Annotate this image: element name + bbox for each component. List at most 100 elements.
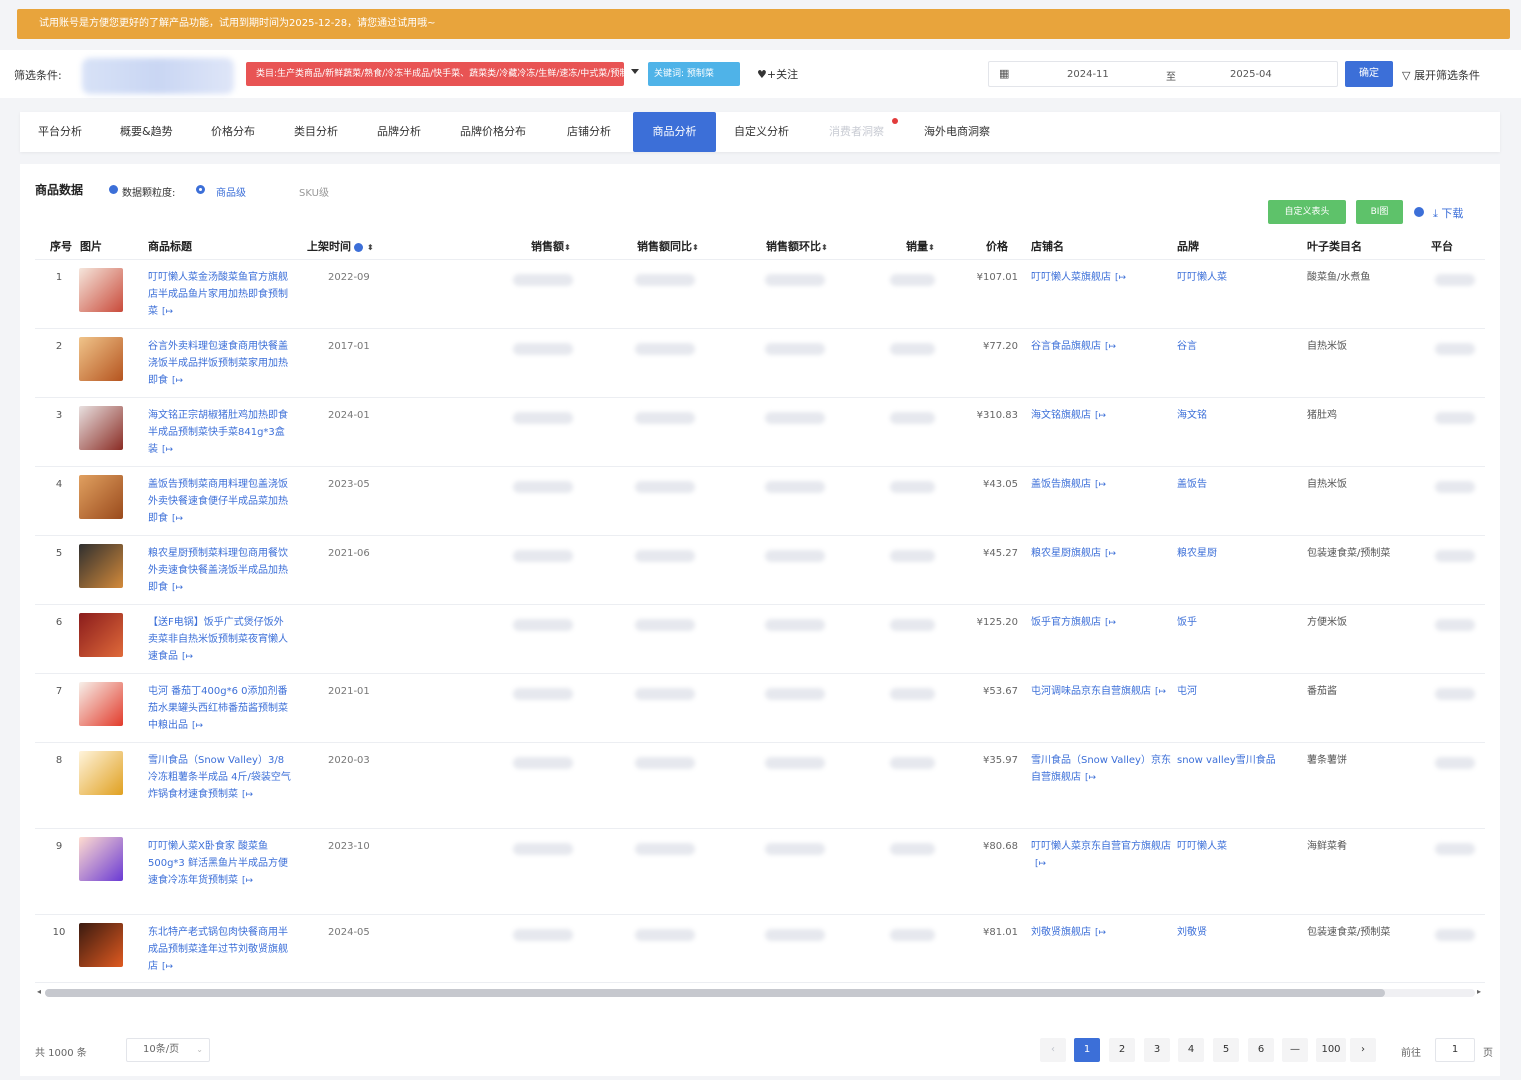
tab-brand-price[interactable]: 品牌价格分布 [460, 112, 526, 152]
product-title-link[interactable]: 叮叮懒人菜金汤酸菜鱼官方旗舰店半成品鱼片家用加热即食预制菜 [↦ [148, 269, 293, 321]
external-link-icon[interactable]: [↦ [1105, 549, 1116, 559]
custom-header-button[interactable]: 自定义表头 [1268, 200, 1346, 224]
download-button[interactable]: ⤓ 下载 [1433, 205, 1463, 221]
brand-link[interactable]: 粮农星厨 [1177, 545, 1297, 562]
page-button[interactable]: 6 [1248, 1038, 1274, 1062]
external-link-icon[interactable]: [↦ [1105, 618, 1116, 628]
sort-icon[interactable]: ⬍ [928, 243, 935, 252]
tab-consumer[interactable]: 消费者洞察 [829, 112, 884, 152]
shop-link[interactable]: 粮农星厨旗舰店 [↦ [1031, 545, 1171, 563]
shop-link[interactable]: 叮叮懒人菜京东自营官方旗舰店 [↦ [1031, 838, 1171, 873]
more-pages-button[interactable]: — [1282, 1038, 1308, 1062]
external-link-icon[interactable]: [↦ [1095, 928, 1106, 938]
shop-link[interactable]: 叮叮懒人菜旗舰店 [↦ [1031, 269, 1171, 287]
tab-shop[interactable]: 店铺分析 [567, 112, 611, 152]
col-listing-date[interactable]: 上架时间 ⬍ [307, 238, 374, 254]
confirm-button[interactable]: 确定 [1345, 61, 1393, 87]
expand-filters-button[interactable]: ▽ 展开筛选条件 [1402, 67, 1480, 83]
external-link-icon[interactable]: [↦ [162, 307, 173, 317]
follow-button[interactable]: ♥+关注 [757, 66, 798, 82]
shop-link[interactable]: 屯河调味品京东自营旗舰店 [↦ [1031, 683, 1171, 701]
external-link-icon[interactable]: [↦ [172, 583, 183, 593]
external-link-icon[interactable]: [↦ [1105, 342, 1116, 352]
chevron-down-icon[interactable] [631, 69, 639, 74]
tab-overview-trend[interactable]: 概要&趋势 [120, 112, 173, 152]
next-page-button[interactable]: › [1350, 1038, 1376, 1062]
external-link-icon[interactable]: [↦ [1095, 411, 1106, 421]
brand-link[interactable]: 刘敬贤 [1177, 924, 1297, 941]
date-end[interactable]: 2025-04 [1230, 69, 1272, 80]
shop-link[interactable]: 刘敬贤旗舰店 [↦ [1031, 924, 1171, 942]
shop-link[interactable]: 雪川食品（Snow Valley）京东自营旗舰店 [↦ [1031, 752, 1171, 787]
scrollbar-thumb[interactable] [45, 989, 1385, 997]
tab-price-distribution[interactable]: 价格分布 [211, 112, 255, 152]
page-button[interactable]: 5 [1213, 1038, 1239, 1062]
page-button[interactable]: 4 [1178, 1038, 1204, 1062]
shop-link[interactable]: 海文铭旗舰店 [↦ [1031, 407, 1171, 425]
product-title-link[interactable]: 【送F电锅】饭乎广式煲仔饭外卖菜非自热米饭预制菜夜宵懒人速食品 [↦ [148, 614, 293, 666]
shop-link[interactable]: 盖饭告旗舰店 [↦ [1031, 476, 1171, 494]
external-link-icon[interactable]: [↦ [172, 514, 183, 524]
tab-brand[interactable]: 品牌分析 [377, 112, 421, 152]
external-link-icon[interactable]: [↦ [172, 376, 183, 386]
brand-link[interactable]: 叮叮懒人菜 [1177, 838, 1297, 855]
external-link-icon[interactable]: [↦ [1155, 687, 1166, 697]
external-link-icon[interactable]: [↦ [182, 652, 193, 662]
external-link-icon[interactable]: [↦ [162, 445, 173, 455]
scroll-right-icon[interactable]: ▸ [1477, 987, 1481, 996]
help-icon[interactable] [1414, 207, 1424, 217]
sort-icon[interactable]: ⬍ [692, 243, 699, 252]
external-link-icon[interactable]: [↦ [1085, 773, 1096, 783]
sort-icon[interactable]: ⬍ [367, 243, 374, 252]
date-start[interactable]: 2024-11 [1067, 69, 1109, 80]
option-sku-level[interactable]: SKU级 [299, 184, 329, 199]
product-thumbnail[interactable] [79, 837, 123, 881]
product-thumbnail[interactable] [79, 475, 123, 519]
option-product-level[interactable]: 商品级 [216, 184, 246, 199]
product-title-link[interactable]: 海文铭正宗胡椒猪肚鸡加热即食半成品预制菜快手菜841g*3盒装 [↦ [148, 407, 293, 459]
tab-category[interactable]: 类目分析 [294, 112, 338, 152]
col-sales[interactable]: 销售额⬍ [531, 238, 571, 254]
external-link-icon[interactable]: [↦ [1115, 273, 1126, 283]
product-thumbnail[interactable] [79, 544, 123, 588]
external-link-icon[interactable]: [↦ [242, 876, 253, 886]
col-volume[interactable]: 销量⬍ [906, 238, 935, 254]
product-thumbnail[interactable] [79, 923, 123, 967]
radio-product-level[interactable] [196, 185, 205, 194]
product-thumbnail[interactable] [79, 613, 123, 657]
tab-platform[interactable]: 平台分析 [38, 112, 82, 152]
shop-link[interactable]: 谷言食品旗舰店 [↦ [1031, 338, 1171, 356]
col-sales-yoy[interactable]: 销售额同比⬍ [637, 238, 699, 254]
sort-icon[interactable]: ⬍ [821, 243, 828, 252]
help-icon[interactable] [354, 242, 363, 252]
brand-link[interactable]: 海文铭 [1177, 407, 1297, 424]
product-title-link[interactable]: 叮叮懒人菜X卧食家 酸菜鱼 500g*3 鲜活黑鱼片半成品方便速食冷冻年货预制菜… [148, 838, 293, 890]
horizontal-scrollbar[interactable]: ◂ ▸ [35, 985, 1485, 997]
brand-link[interactable]: 饭乎 [1177, 614, 1297, 631]
page-button[interactable]: 100 [1316, 1038, 1346, 1062]
product-title-link[interactable]: 盖饭告预制菜商用料理包盖浇饭外卖快餐速食便仔半成品菜加热即食 [↦ [148, 476, 293, 528]
external-link-icon[interactable]: [↦ [192, 721, 203, 731]
shop-link[interactable]: 饭乎官方旗舰店 [↦ [1031, 614, 1171, 632]
brand-link[interactable]: 谷言 [1177, 338, 1297, 355]
product-thumbnail[interactable] [79, 337, 123, 381]
external-link-icon[interactable]: [↦ [162, 962, 173, 972]
product-title-link[interactable]: 雪川食品（Snow Valley）3/8冷冻粗薯条半成品 4斤/袋装空气炸锅食材… [148, 752, 293, 804]
page-size-select[interactable]: 10条/页 ⌄ [126, 1038, 210, 1062]
brand-link[interactable]: 叮叮懒人菜 [1177, 269, 1297, 286]
product-title-link[interactable]: 屯河 番茄丁400g*6 0添加剂番茄水果罐头西红柿番茄酱预制菜 中粮出品 [↦ [148, 683, 293, 735]
date-range-picker[interactable]: ▦ 2024-11 至 2025-04 [988, 61, 1338, 87]
external-link-icon[interactable]: [↦ [242, 790, 253, 800]
brand-link[interactable]: 屯河 [1177, 683, 1297, 700]
product-title-link[interactable]: 谷言外卖料理包速食商用快餐盖浇饭半成品拌饭预制菜家用加热即食 [↦ [148, 338, 293, 390]
page-button[interactable]: 1 [1074, 1038, 1100, 1062]
product-thumbnail[interactable] [79, 268, 123, 312]
brand-link[interactable]: 盖饭告 [1177, 476, 1297, 493]
sort-icon[interactable]: ⬍ [564, 243, 571, 252]
product-title-link[interactable]: 粮农星厨预制菜料理包商用餐饮外卖速食快餐盖浇饭半成品加热即食 [↦ [148, 545, 293, 597]
scroll-left-icon[interactable]: ◂ [37, 987, 41, 996]
brand-link[interactable]: snow valley雪川食品 [1177, 752, 1297, 769]
keyword-filter-tag[interactable]: 关键词: 预制菜 [648, 62, 740, 86]
page-button[interactable]: 3 [1144, 1038, 1170, 1062]
product-thumbnail[interactable] [79, 682, 123, 726]
